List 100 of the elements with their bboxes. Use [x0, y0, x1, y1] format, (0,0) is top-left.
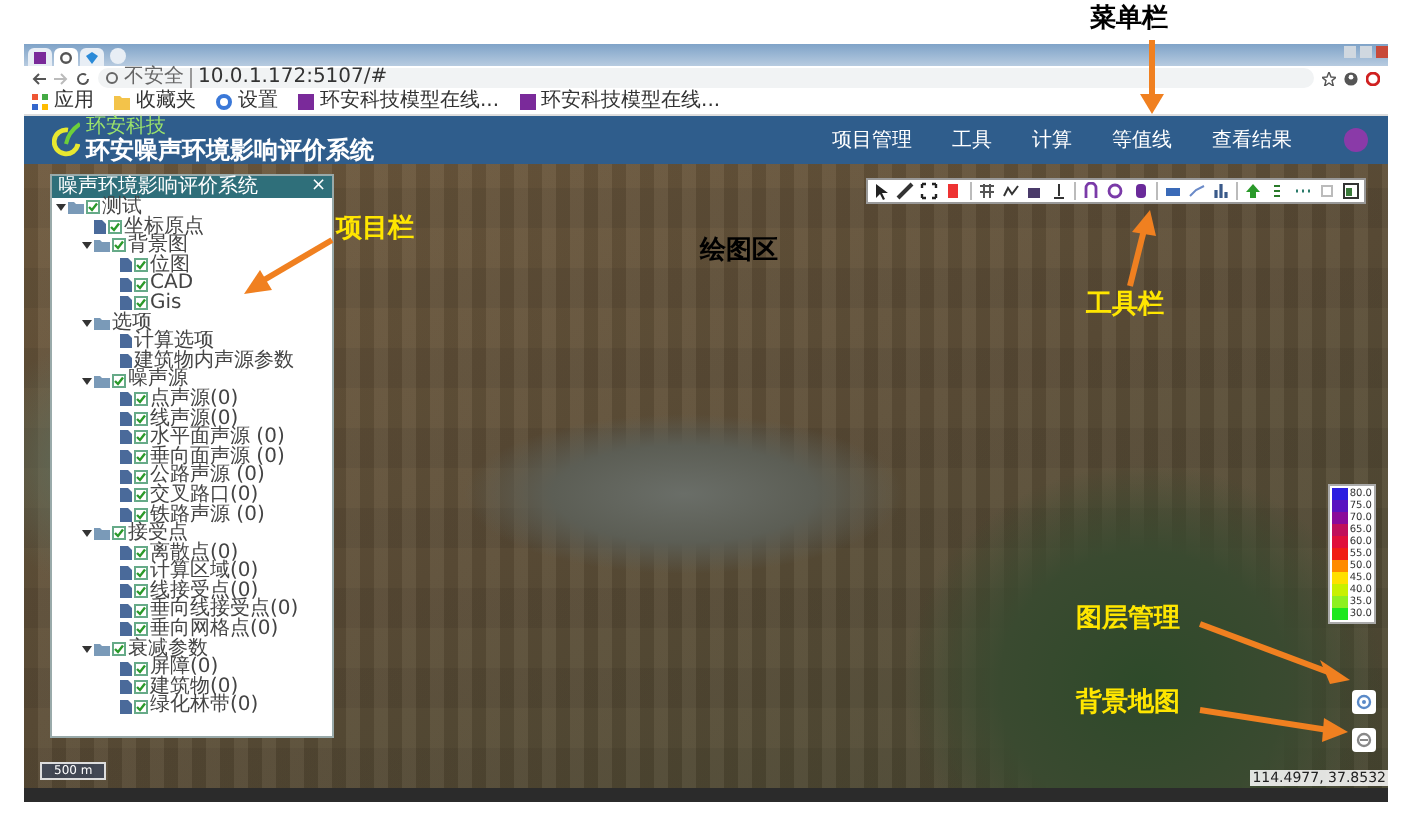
- browser-tab[interactable]: [28, 48, 52, 66]
- bookmark-link[interactable]: 设置: [238, 92, 278, 112]
- eraser-icon[interactable]: [944, 182, 963, 200]
- tree-item[interactable]: 计算选项: [134, 332, 214, 352]
- checkbox[interactable]: [134, 603, 148, 618]
- checkbox[interactable]: [134, 296, 148, 311]
- checkbox[interactable]: [134, 545, 148, 560]
- pointer-icon[interactable]: [872, 182, 890, 200]
- tree-item[interactable]: 点声源(0): [150, 389, 239, 410]
- tree-item[interactable]: 水平面声源 (0): [150, 428, 285, 448]
- grid-icon: [32, 94, 48, 110]
- tree-item[interactable]: CAD: [150, 274, 194, 294]
- opera-icon[interactable]: [1366, 71, 1380, 85]
- checkbox[interactable]: [134, 699, 148, 714]
- checkbox[interactable]: [134, 277, 148, 292]
- tree-item[interactable]: 铁路声源 (0): [150, 505, 265, 525]
- bookmark-link[interactable]: 环安科技模型在线...: [320, 92, 500, 112]
- checkbox[interactable]: [134, 584, 148, 599]
- back-icon[interactable]: [32, 71, 46, 85]
- checkbox[interactable]: [134, 392, 148, 407]
- tree-item[interactable]: 背景图: [128, 236, 188, 256]
- panel-icon[interactable]: [1341, 182, 1360, 200]
- tree-item[interactable]: 交叉路口(0): [150, 485, 259, 505]
- browser-tab[interactable]: [80, 48, 104, 66]
- profile-icon[interactable]: [1344, 71, 1358, 85]
- expand-icon[interactable]: [82, 240, 92, 251]
- expand-icon[interactable]: [82, 643, 92, 654]
- tree-item[interactable]: 位图: [150, 255, 190, 275]
- checkbox[interactable]: [134, 507, 148, 522]
- tree-item[interactable]: 绿化林带(0): [150, 696, 259, 717]
- checkbox[interactable]: [134, 680, 148, 695]
- expand-icon[interactable]: [82, 528, 92, 539]
- tree-item[interactable]: 垂向网格点(0): [150, 620, 279, 640]
- tree-item[interactable]: 屏障(0): [150, 658, 219, 678]
- checkbox[interactable]: [134, 469, 148, 484]
- background-map-button[interactable]: [1352, 728, 1376, 752]
- cylinder-icon[interactable]: [1131, 182, 1149, 200]
- tree-item[interactable]: 线声源(0): [150, 409, 239, 429]
- ring-icon[interactable]: [1106, 182, 1125, 200]
- checkbox[interactable]: [134, 488, 148, 503]
- tree-item[interactable]: 建筑物内声源参数: [134, 351, 294, 371]
- tree-item[interactable]: 测试: [102, 198, 142, 218]
- logo-icon: [52, 122, 80, 158]
- checkbox[interactable]: [112, 526, 126, 541]
- address-bar[interactable]: 不安全 10.0.1.172:5107/#: [98, 68, 1314, 88]
- menu-item[interactable]: 工具: [952, 126, 992, 154]
- arch-icon[interactable]: [1082, 182, 1101, 200]
- checkbox[interactable]: [108, 219, 122, 234]
- shape-icon[interactable]: [1025, 182, 1044, 200]
- expand-icon[interactable]: [82, 375, 92, 386]
- reload-icon[interactable]: [76, 71, 90, 85]
- tree-item[interactable]: Gis: [150, 293, 182, 314]
- tree-item[interactable]: 衰减参数: [128, 639, 208, 659]
- tree-item[interactable]: 建筑物(0): [150, 677, 239, 697]
- layer-management-button[interactable]: [1352, 690, 1376, 714]
- checkbox[interactable]: [134, 450, 148, 465]
- checkbox[interactable]: [134, 258, 148, 273]
- tree-item[interactable]: 公路声源 (0): [150, 466, 265, 486]
- pin-icon[interactable]: [1050, 182, 1068, 200]
- tree-item[interactable]: 接受点: [128, 524, 188, 544]
- folder-icon: [94, 315, 110, 330]
- checkbox[interactable]: [134, 430, 148, 445]
- menu-item[interactable]: 等值线: [1112, 126, 1172, 154]
- tree-item[interactable]: 离散点(0): [150, 543, 239, 563]
- tree-item[interactable]: 计算区域(0): [150, 562, 259, 582]
- tree-item[interactable]: 噪声源: [128, 370, 188, 390]
- site-icon: [519, 94, 536, 110]
- new-tab-button[interactable]: [110, 48, 126, 64]
- checkbox[interactable]: [86, 200, 100, 215]
- close-button[interactable]: ×: [310, 176, 326, 198]
- bar-chart-icon[interactable]: [1212, 182, 1230, 200]
- checkbox[interactable]: [134, 661, 148, 676]
- bookmark-link[interactable]: 应用: [54, 92, 94, 112]
- forward-icon[interactable]: [54, 71, 68, 85]
- expand-icon[interactable]: [920, 182, 939, 200]
- checkbox[interactable]: [112, 641, 126, 656]
- bookmark-link[interactable]: 收藏夹: [136, 92, 196, 112]
- polyline-icon[interactable]: [1001, 182, 1020, 200]
- tree-item[interactable]: 垂向面声源 (0): [150, 447, 285, 467]
- checkbox[interactable]: [134, 565, 148, 580]
- menu-item[interactable]: 项目管理: [832, 126, 912, 154]
- checkbox[interactable]: [134, 622, 148, 637]
- grid-icon[interactable]: [977, 182, 996, 200]
- expand-icon[interactable]: [56, 202, 66, 213]
- arrow-icon[interactable]: [1244, 182, 1263, 200]
- tree-item[interactable]: 线接受点(0): [150, 581, 259, 601]
- checkbox[interactable]: [134, 411, 148, 426]
- star-icon[interactable]: [1322, 71, 1336, 85]
- menu-item[interactable]: 查看结果: [1212, 126, 1292, 154]
- document-icon: [94, 219, 106, 234]
- site-icon: [298, 94, 314, 110]
- checkbox[interactable]: [112, 373, 126, 388]
- menu-item[interactable]: 计算: [1032, 126, 1072, 154]
- tree-item[interactable]: 选项: [112, 313, 152, 333]
- browser-tab[interactable]: [54, 48, 78, 66]
- bookmark-link[interactable]: 环安科技模型在线...: [541, 92, 721, 112]
- expand-icon[interactable]: [82, 317, 92, 328]
- ruler-icon[interactable]: [896, 182, 915, 200]
- checkbox[interactable]: [112, 238, 126, 253]
- line-chart-icon[interactable]: [1187, 182, 1206, 200]
